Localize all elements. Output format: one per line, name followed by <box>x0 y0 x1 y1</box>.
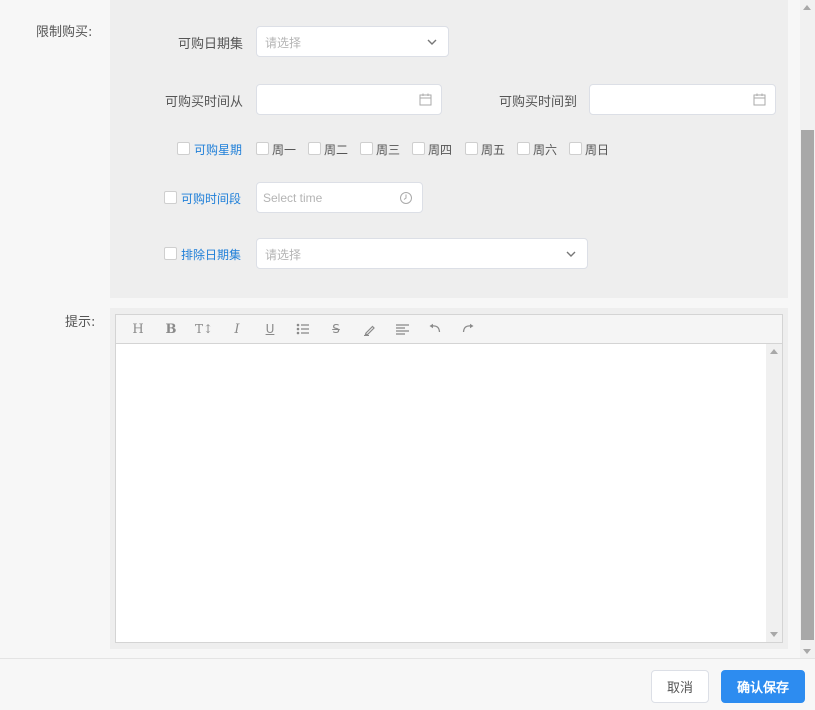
exclude-date-set-label: 排除日期集 <box>181 248 242 262</box>
calendar-icon <box>419 93 432 106</box>
scroll-up-arrow-icon[interactable] <box>803 5 811 10</box>
weekday-label-tue: 周二 <box>324 143 349 157</box>
buy-time-to-picker[interactable] <box>589 84 776 115</box>
page-scrollbar-thumb[interactable] <box>801 130 814 640</box>
align-icon[interactable] <box>392 320 412 338</box>
italic-icon[interactable]: I <box>227 320 247 338</box>
weekday-label-fri: 周五 <box>481 143 506 157</box>
confirm-save-button[interactable]: 确认保存 <box>721 670 805 703</box>
text-size-icon[interactable]: T↕ <box>194 320 214 338</box>
weekday-label-mon: 周一 <box>272 143 297 157</box>
panel-top-strip <box>110 0 788 20</box>
date-set-label: 可购日期集 <box>177 37 243 52</box>
form-scroll-area: 限制购买: 可购日期集 请选择 可购买时间从 可购买时间到 可购星期 周一 周二… <box>0 0 800 658</box>
exclude-date-set-placeholder: 请选择 <box>265 248 302 262</box>
weekday-checkbox-sat[interactable] <box>517 142 530 155</box>
weekday-checkbox-wed[interactable] <box>360 142 373 155</box>
weekday-label-wed: 周三 <box>376 143 401 157</box>
exclude-date-set-select[interactable]: 请选择 <box>256 238 588 269</box>
scroll-down-arrow-icon[interactable] <box>803 649 811 654</box>
time-period-picker[interactable]: Select time <box>256 182 423 213</box>
restrict-purchase-label: 限制购买: <box>36 25 93 40</box>
cancel-button[interactable]: 取消 <box>651 670 709 703</box>
weekday-checkbox-tue[interactable] <box>308 142 321 155</box>
calendar-icon <box>753 93 766 106</box>
chevron-down-icon <box>566 251 576 257</box>
buy-time-from-picker[interactable] <box>256 84 442 115</box>
scroll-down-arrow-icon[interactable] <box>770 632 778 637</box>
weekdays-checkbox[interactable] <box>177 142 190 155</box>
heading-icon[interactable]: H <box>128 320 148 338</box>
bold-icon[interactable]: B <box>161 320 181 338</box>
time-period-checkbox[interactable] <box>164 191 177 204</box>
dialog-footer: 取消 确认保存 <box>0 658 815 710</box>
tip-label: 提示: <box>65 315 96 330</box>
time-period-label: 可购时间段 <box>181 192 242 206</box>
weekday-label-sun: 周日 <box>585 143 610 157</box>
editor-toolbar: H B T↕ I U S <box>116 315 782 344</box>
strikethrough-icon[interactable]: S <box>326 320 346 338</box>
date-set-select[interactable]: 请选择 <box>256 26 449 57</box>
buy-time-from-label: 可购买时间从 <box>164 95 243 110</box>
underline-icon[interactable]: U <box>260 320 280 338</box>
list-icon[interactable] <box>293 320 313 338</box>
rich-text-editor: H B T↕ I U S <box>115 314 783 643</box>
weekday-checkbox-sun[interactable] <box>569 142 582 155</box>
buy-time-to-label: 可购买时间到 <box>498 95 577 110</box>
clock-icon <box>400 192 412 204</box>
scroll-up-arrow-icon[interactable] <box>770 349 778 354</box>
chevron-down-icon <box>427 39 437 45</box>
editor-scrollbar[interactable] <box>766 344 782 642</box>
weekdays-label: 可购星期 <box>194 143 243 157</box>
page-scrollbar[interactable] <box>800 0 815 658</box>
weekday-label-sat: 周六 <box>533 143 558 157</box>
weekday-checkbox-fri[interactable] <box>465 142 478 155</box>
date-set-placeholder: 请选择 <box>265 36 302 50</box>
weekday-checkbox-thu[interactable] <box>412 142 425 155</box>
undo-icon[interactable] <box>425 320 445 338</box>
weekday-label-thu: 周四 <box>428 143 453 157</box>
weekday-checkbox-mon[interactable] <box>256 142 269 155</box>
time-period-placeholder: Select time <box>263 191 323 205</box>
editor-content-area[interactable] <box>116 344 766 642</box>
highlighter-icon[interactable] <box>359 320 379 338</box>
redo-icon[interactable] <box>458 320 478 338</box>
exclude-date-set-checkbox[interactable] <box>164 247 177 260</box>
